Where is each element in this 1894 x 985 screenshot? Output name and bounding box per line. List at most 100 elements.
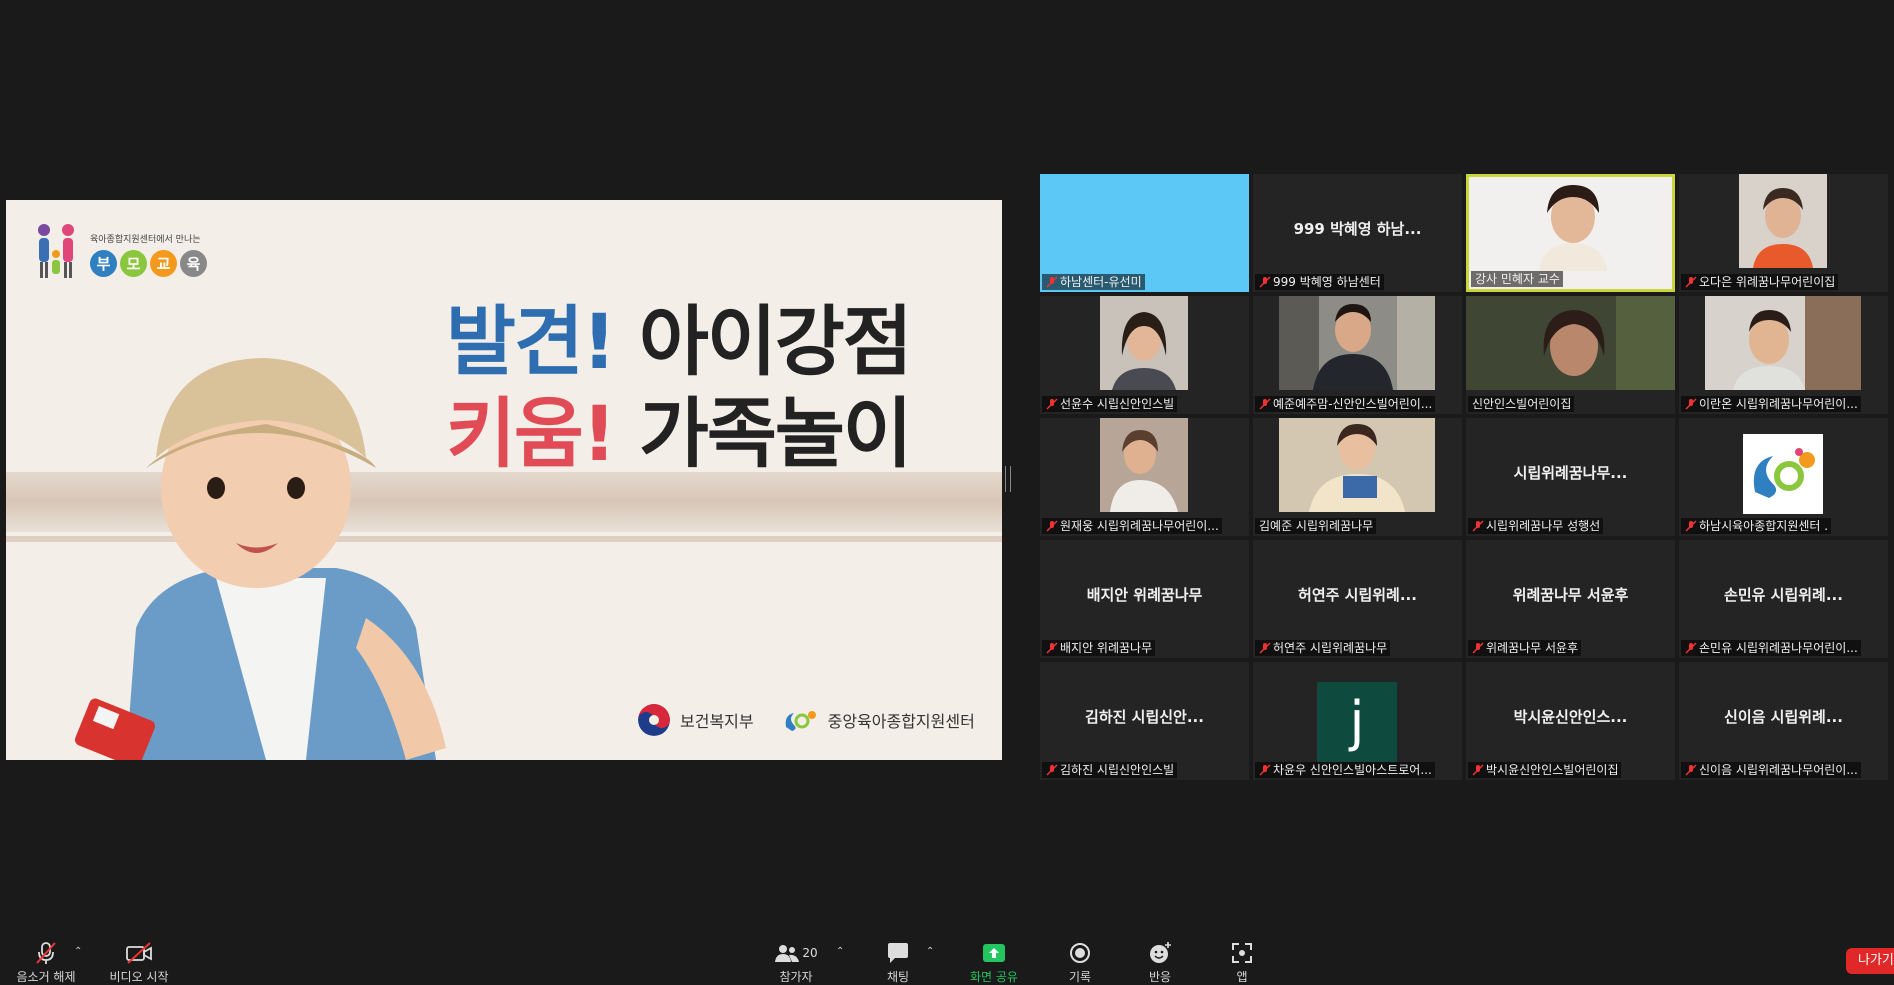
participant-label: 위례꿈나무 서윤후 — [1468, 640, 1582, 656]
shared-screen-slide: 육아종합지원센터에서 만나는 부 모 교 육 발견! 아이강점 키움! 가족놀이… — [6, 200, 1002, 760]
slide-title-line2: 키움! 가족놀이 — [446, 396, 913, 472]
participant-tile[interactable]: 시립위례꿈나무... 시립위례꿈나무 성행선 — [1466, 418, 1675, 536]
participant-avatar: j — [1317, 682, 1397, 762]
participant-video — [1100, 418, 1188, 512]
apps-icon — [1232, 943, 1252, 963]
participants-button[interactable]: 20 참가자 — [764, 940, 828, 985]
center-name: 중앙육아종합지원센터 — [827, 712, 975, 731]
ministry-name: 보건복지부 — [680, 712, 754, 731]
participant-tile[interactable]: 예준예주맘-신안인스빌어린이... — [1253, 296, 1462, 414]
participant-name: 김하진 시립신안인스빌 — [1060, 763, 1175, 777]
participant-label: 시립위례꿈나무 성행선 — [1468, 518, 1604, 534]
chat-button[interactable]: 채팅 — [876, 940, 920, 985]
participant-name: 이란온 시립위례꿈나무어린이... — [1699, 397, 1858, 411]
participants-icon — [775, 945, 800, 962]
participant-tile[interactable]: 허연주 시립위례... 허연주 시립위례꿈나무 — [1253, 540, 1462, 658]
participant-video — [1739, 174, 1827, 268]
participant-tile[interactable]: 배지안 위례꿈나무 배지안 위례꿈나무 — [1040, 540, 1249, 658]
participant-label: 허연주 시립위례꿈나무 — [1255, 640, 1391, 656]
participant-label: 차윤우 신안인스빌아스트로어... — [1255, 762, 1435, 778]
participant-tile[interactable]: 이란온 시립위례꿈나무어린이... — [1679, 296, 1888, 414]
participant-name: 999 박혜영 하남센터 — [1273, 275, 1381, 289]
participant-name: 허연주 시립위례꿈나무 — [1273, 641, 1388, 655]
reactions-button[interactable]: 반응 — [1138, 940, 1182, 985]
participants-options-caret[interactable]: ⌃ — [836, 946, 844, 957]
participant-name: 신이음 시립위례꿈나무어린이... — [1699, 763, 1858, 777]
record-button[interactable]: 기록 — [1058, 940, 1102, 985]
participant-tile[interactable]: 손민유 시립위례... 손민유 시립위례꿈나무어린이... — [1679, 540, 1888, 658]
participant-name: 신안인스빌어린이집 — [1472, 397, 1572, 411]
participant-name: 하남센터-유선미 — [1060, 275, 1142, 289]
participant-tile[interactable]: j 차윤우 신안인스빌아스트로어... — [1253, 662, 1462, 780]
unmute-button[interactable]: 음소거 해제 — [14, 940, 78, 985]
participant-label: 오다은 위례꿈나무어린이집 — [1681, 274, 1839, 290]
mic-muted-icon — [1472, 642, 1484, 654]
participant-tile[interactable]: 신이음 시립위례... 신이음 시립위례꿈나무어린이... — [1679, 662, 1888, 780]
mic-muted-icon — [1685, 642, 1697, 654]
participant-tile-active-speaker[interactable]: 강사 민혜자 교수 — [1466, 174, 1675, 292]
center-logo-avatar — [1743, 434, 1823, 514]
reactions-label: 반응 — [1148, 970, 1172, 984]
participant-label: 손민유 시립위례꿈나무어린이... — [1681, 640, 1861, 656]
participant-label: 하남센터-유선미 — [1042, 274, 1145, 290]
parent-education-logo: 육아종합지원센터에서 만나는 부 모 교 육 — [32, 220, 222, 290]
participant-name: 차윤우 신안인스빌아스트로어... — [1273, 763, 1432, 777]
participant-tile[interactable]: 신안인스빌어린이집 — [1466, 296, 1675, 414]
participant-video — [1279, 418, 1435, 512]
participant-tile[interactable]: 원재웅 시립위례꿈나무어린이... — [1040, 418, 1249, 536]
baby-photo — [74, 358, 446, 760]
participant-name: 위례꿈나무 서윤후 — [1486, 641, 1579, 655]
participant-tile[interactable]: 하남시육아종합지원센터 . — [1679, 418, 1888, 536]
chat-options-caret[interactable]: ⌃ — [926, 946, 934, 957]
participant-tile[interactable]: 김예준 시립위례꿈나무 — [1253, 418, 1462, 536]
leave-meeting-button[interactable]: 나가기 — [1846, 948, 1894, 974]
participant-gallery: 하남센터-유선미 999 박혜영 하남... 999 박혜영 하남센터 강사 민… — [1040, 174, 1892, 786]
participant-tile[interactable]: 김하진 시립신안... 김하진 시립신안인스빌 — [1040, 662, 1249, 780]
start-video-button[interactable]: 비디오 시작 — [104, 940, 174, 985]
family-figures-logo — [38, 224, 74, 278]
mic-muted-icon — [1259, 642, 1271, 654]
participant-tile[interactable]: 박시윤신안인스... 박시윤신안인스빌어린이집 — [1466, 662, 1675, 780]
mic-muted-icon — [1046, 642, 1058, 654]
participant-label: 이란온 시립위례꿈나무어린이... — [1681, 396, 1861, 412]
participant-label: 강사 민혜자 교수 — [1471, 271, 1563, 287]
apps-button[interactable]: 앱 — [1222, 940, 1262, 985]
participant-tile[interactable]: 선윤수 시립신안인스빌 — [1040, 296, 1249, 414]
logo-ball: 교 — [150, 250, 177, 277]
participant-name: 하남시육아종합지원센터 . — [1699, 519, 1829, 533]
share-screen-icon — [983, 944, 1005, 962]
participant-tile[interactable]: 하남센터-유선미 — [1040, 174, 1249, 292]
mic-muted-icon — [1046, 398, 1058, 410]
logo-ball: 육 — [180, 250, 207, 277]
participant-tile[interactable]: 오다은 위례꿈나무어린이집 — [1679, 174, 1888, 292]
title-accent-grow: 키움! — [446, 389, 617, 478]
view-splitter-handle[interactable] — [1005, 466, 1011, 492]
chat-icon — [888, 943, 908, 963]
slide-footer-logos: 보건복지부 중앙육아종합지원센터 — [638, 704, 975, 736]
center-logo-icon — [785, 711, 816, 731]
participant-name: 박시윤신안인스빌어린이집 — [1486, 763, 1619, 777]
participant-display-name: 박시윤신안인스... — [1513, 708, 1628, 726]
slide-title-line1: 발견! 아이강점 — [446, 304, 913, 380]
share-screen-button[interactable]: 화면 공유 — [962, 940, 1026, 985]
participant-tile[interactable]: 위례꿈나무 서윤후 위례꿈나무 서윤후 — [1466, 540, 1675, 658]
title-child-strength: 아이강점 — [638, 297, 913, 386]
participant-display-name: 시립위례꿈나무... — [1513, 464, 1628, 482]
mic-muted-icon — [1685, 398, 1697, 410]
participant-tile[interactable]: 999 박혜영 하남... 999 박혜영 하남센터 — [1253, 174, 1462, 292]
participant-display-name: 허연주 시립위례... — [1298, 586, 1417, 604]
title-accent-discover: 발견! — [446, 297, 617, 386]
mic-muted-icon — [1259, 276, 1271, 288]
participant-video — [1539, 185, 1607, 271]
participant-display-name: 손민유 시립위례... — [1724, 586, 1843, 604]
reactions-icon — [1150, 942, 1171, 963]
ministry-emblem-icon — [638, 704, 670, 736]
participant-name: 김예준 시립위례꿈나무 — [1259, 519, 1374, 533]
mic-muted-icon — [1259, 764, 1271, 776]
participant-label: 999 박혜영 하남센터 — [1255, 274, 1384, 290]
participant-label: 신이음 시립위례꿈나무어린이... — [1681, 762, 1861, 778]
participant-name: 배지안 위례꿈나무 — [1060, 641, 1153, 655]
record-label: 기록 — [1068, 970, 1092, 984]
audio-options-caret[interactable]: ⌃ — [74, 946, 82, 957]
participant-name: 시립위례꿈나무 성행선 — [1486, 519, 1601, 533]
